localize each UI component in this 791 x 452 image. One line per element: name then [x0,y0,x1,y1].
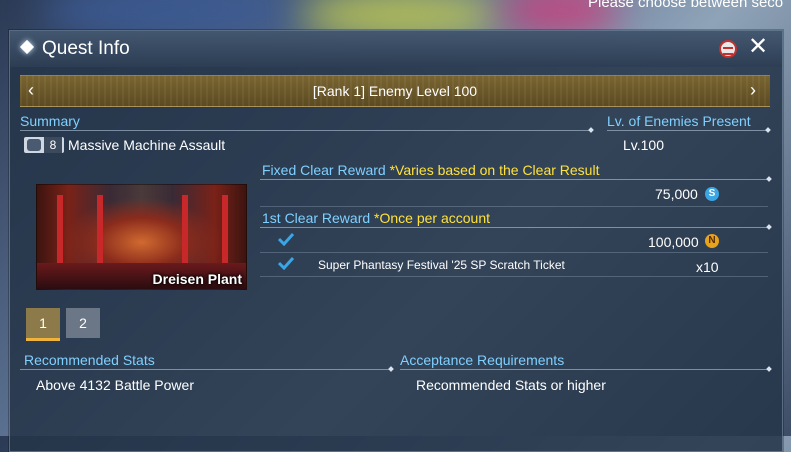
first-clear-heading: 1st Clear Reward *Once per account [262,210,490,226]
first-clear-header: 1st Clear Reward [262,210,371,226]
n-meseta-icon: N [705,234,719,248]
party-size-badge: 8 [24,137,64,153]
close-icon[interactable]: ✕ [748,34,768,60]
acceptance-header: Acceptance Requirements [400,352,565,368]
image-detail [97,195,103,265]
divider [607,130,767,131]
fixed-reward-header: Fixed Clear Reward [262,162,386,178]
party-size: 8 [44,137,62,153]
image-detail [222,195,228,265]
title-bar: Quest Info ✕ [10,31,782,67]
users-icon [27,139,41,151]
help-icon[interactable] [719,40,737,58]
quest-area-image: Dreisen Plant [36,184,247,290]
rank-label: [Rank 1] Enemy Level 100 [312,83,478,99]
fixed-reward-note: *Varies based on the Clear Result [389,162,600,178]
page-button-2[interactable]: 2 [66,308,100,338]
area-name: Dreisen Plant [152,271,242,287]
image-detail [57,195,63,265]
meseta-icon: S [705,187,719,201]
recommended-stats-value: Above 4132 Battle Power [36,377,194,393]
first-clear-note: *Once per account [374,210,491,226]
divider [20,130,590,131]
divider [260,206,768,207]
window-title: Quest Info [42,38,130,59]
divider [260,227,768,228]
chevron-right-icon[interactable]: › [750,80,756,101]
background-message: Please choose between seco [588,0,784,11]
page-button-1[interactable]: 1 [26,308,60,341]
divider [260,252,768,253]
diamond-icon [19,39,35,55]
divider [260,276,768,277]
reward-amount: 100,000 [648,234,699,250]
reward-amount: x10 [696,259,719,275]
check-icon [278,232,294,246]
divider [20,369,390,370]
fixed-reward-heading: Fixed Clear Reward *Varies based on the … [262,162,599,178]
divider [260,179,768,180]
acceptance-value: Recommended Stats or higher [416,377,606,393]
enemy-level-header: Lv. of Enemies Present [607,113,751,129]
fixed-reward-amount: 75,000 [655,186,698,202]
check-icon [278,256,294,270]
quest-info-window: Quest Info ✕ ‹ [Rank 1] Enemy Level 100 … [9,30,783,452]
summary-header: Summary [20,113,80,129]
divider [400,369,768,370]
rank-selector[interactable]: ‹ [Rank 1] Enemy Level 100 › [20,75,770,107]
quest-name: Massive Machine Assault [68,137,226,153]
enemy-level: Lv.100 [623,137,664,153]
image-detail [182,195,188,265]
recommended-stats-header: Recommended Stats [24,352,155,368]
reward-item-name: Super Phantasy Festival '25 SP Scratch T… [318,258,565,272]
